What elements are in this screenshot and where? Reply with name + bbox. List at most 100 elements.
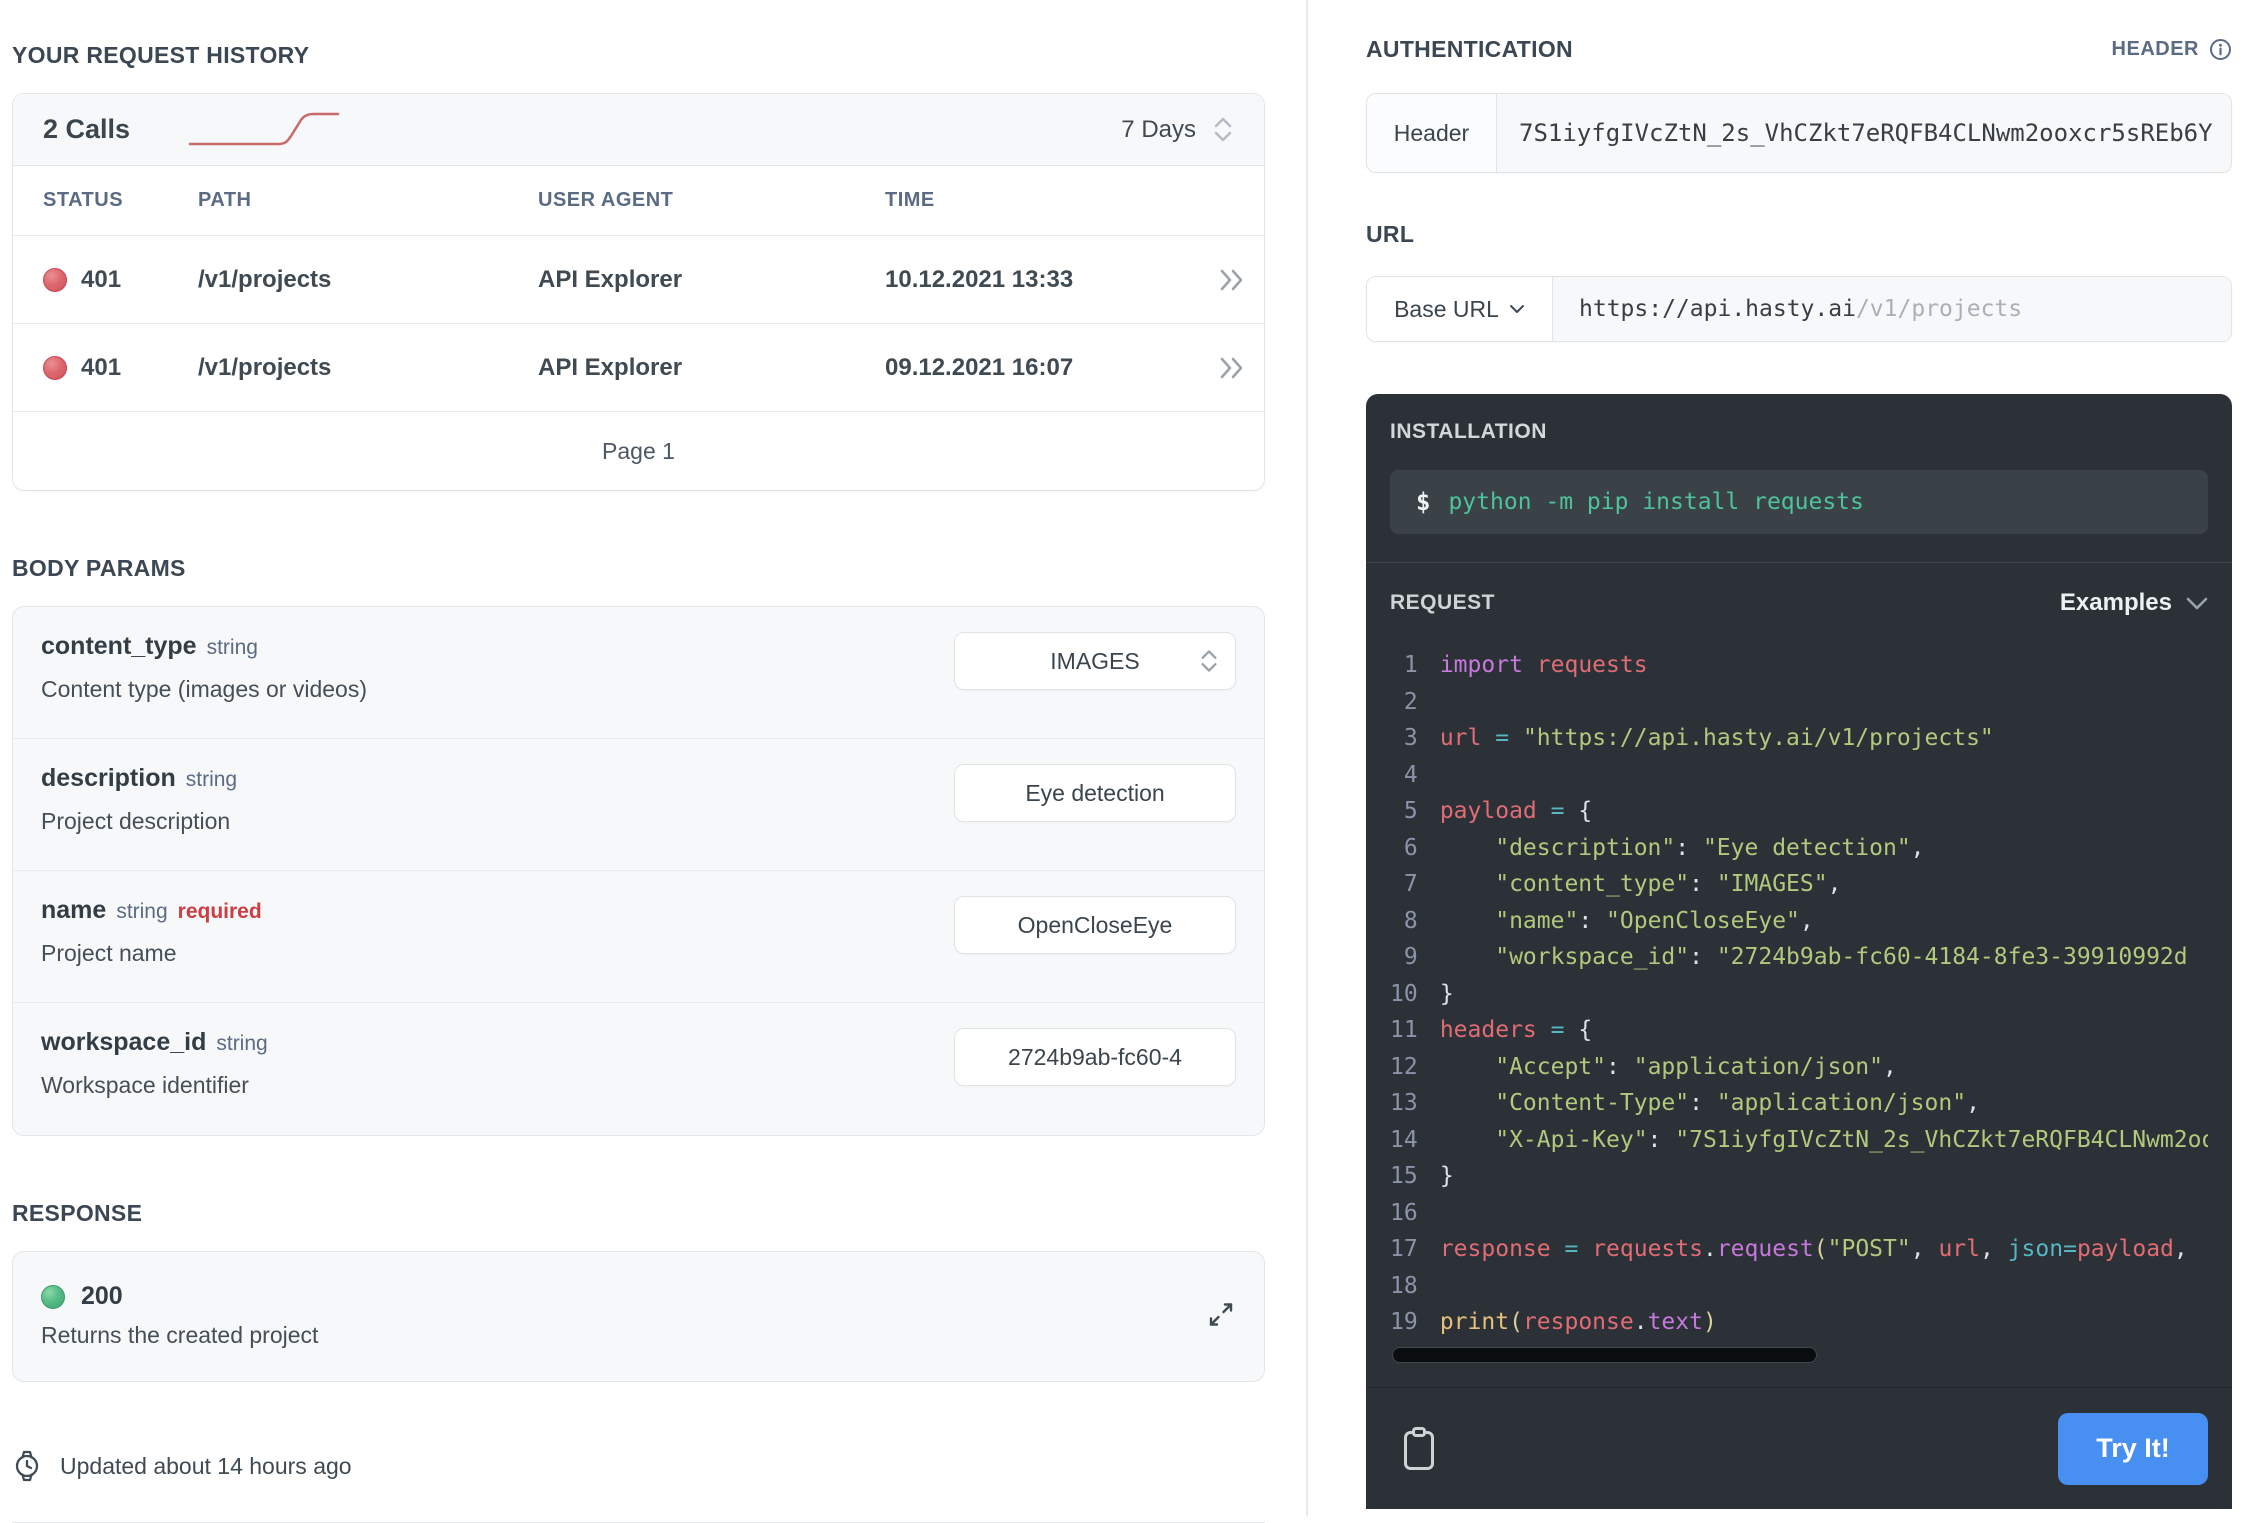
param-name: name <box>41 896 106 924</box>
row-user-agent: API Explorer <box>538 266 885 294</box>
scrollbar-thumb[interactable] <box>1392 1347 1817 1363</box>
url-field-group: Base URL https://api.hasty.ai/v1/project… <box>1366 276 2232 342</box>
line-number: 9 <box>1390 939 1418 976</box>
base-url-dropdown[interactable]: Base URL <box>1367 277 1553 341</box>
history-rows: 401/v1/projects API Explorer10.12.2021 13… <box>13 236 1264 412</box>
line-number: 18 <box>1390 1268 1418 1305</box>
code-line: 19print(response.text) <box>1390 1304 2208 1341</box>
right-column: AUTHENTICATION HEADER Header 7S1iyfgIVcZ… <box>1366 0 2232 1509</box>
status-code: 401 <box>81 354 121 382</box>
history-row[interactable]: 401/v1/projectsAPI Explorer10.12.2021 13… <box>13 236 1264 324</box>
api-key-input[interactable]: 7S1iyfgIVcZtN_2s_VhCZkt7eRQFB4CLNwm2ooxc… <box>1497 94 2231 172</box>
row-time: 10.12.2021 13:33 <box>885 266 1200 294</box>
panel-divider <box>1306 0 1308 1516</box>
request-history-header: 2 Calls 7 Days <box>13 94 1264 166</box>
status-dot-icon <box>43 356 67 380</box>
line-number: 8 <box>1390 903 1418 940</box>
param-info: descriptionstringProject description <box>41 764 237 845</box>
open-request-button[interactable] <box>1200 355 1264 381</box>
updated-status: Updated about 14 hours ago <box>12 1448 1265 1484</box>
code-panel-divider <box>1366 562 2232 563</box>
status-dot-icon <box>43 268 67 292</box>
code-line: 3url = "https://api.hasty.ai/v1/projects… <box>1390 720 2208 757</box>
param-info: workspace_idstringWorkspace identifier <box>41 1028 268 1110</box>
col-user-agent: USER AGENT <box>538 189 885 212</box>
clipboard-icon <box>1402 1426 1436 1472</box>
url-title: URL <box>1366 221 2232 248</box>
line-number: 12 <box>1390 1049 1418 1086</box>
param-value: 2724b9ab-fc60-4 <box>1008 1044 1182 1071</box>
code-line: 7 "content_type": "IMAGES", <box>1390 866 2208 903</box>
col-path: PATH <box>198 189 538 212</box>
response-status-code: 200 <box>81 1282 123 1311</box>
expand-response-button[interactable] <box>1206 1299 1236 1334</box>
install-command: python -m pip install requests <box>1448 489 1863 515</box>
code-line: 9 "workspace_id": "2724b9ab-fc60-4184-8f… <box>1390 939 2208 976</box>
col-time: TIME <box>885 189 1200 212</box>
success-status-dot-icon <box>41 1285 65 1309</box>
range-selector[interactable]: 7 Days <box>1121 116 1234 144</box>
line-number: 7 <box>1390 866 1418 903</box>
code-line: 1import requests <box>1390 647 2208 684</box>
double-chevron-right-icon <box>1217 355 1247 381</box>
expand-diagonal-icon <box>1206 1299 1236 1329</box>
param-select[interactable]: IMAGES <box>954 632 1236 690</box>
param-input[interactable]: 2724b9ab-fc60-4 <box>954 1028 1236 1086</box>
chevron-down-icon <box>1509 304 1525 314</box>
param-required-badge: required <box>178 900 262 923</box>
calls-count: 2 Calls <box>43 114 130 145</box>
line-number: 11 <box>1390 1012 1418 1049</box>
code-line: 2 <box>1390 684 2208 721</box>
line-number: 13 <box>1390 1085 1418 1122</box>
line-number: 14 <box>1390 1122 1418 1159</box>
code-panel: INSTALLATION $ python -m pip install req… <box>1366 394 2232 1509</box>
response-title: RESPONSE <box>12 1200 1265 1227</box>
shell-prompt: $ <box>1416 488 1430 516</box>
range-label: 7 Days <box>1121 116 1196 144</box>
line-number: 3 <box>1390 720 1418 757</box>
param-name: workspace_id <box>41 1028 206 1056</box>
row-path: /v1/projects <box>198 354 538 382</box>
examples-dropdown[interactable]: Examples <box>2060 589 2208 617</box>
authentication-title: AUTHENTICATION <box>1366 36 1573 63</box>
left-column: YOUR REQUEST HISTORY 2 Calls 7 Days STAT… <box>12 0 1265 1523</box>
status-code: 401 <box>81 266 121 294</box>
param-input[interactable]: Eye detection <box>954 764 1236 822</box>
code-line: 4 <box>1390 757 2208 794</box>
param-row: name string required Project name OpenCloseE… <box>13 871 1264 1003</box>
param-info: content_typestring Content type (images o… <box>41 632 367 713</box>
request-title: REQUEST <box>1390 591 1495 615</box>
param-heading: workspace_idstring <box>41 1028 268 1057</box>
code-editor[interactable]: 1import requests23url = "https://api.has… <box>1390 647 2208 1341</box>
clock-icon <box>12 1448 42 1484</box>
updated-text: Updated about 14 hours ago <box>60 1453 352 1480</box>
try-it-button[interactable]: Try It! <box>2058 1413 2208 1485</box>
param-type: string <box>207 636 258 659</box>
copy-code-button[interactable] <box>1402 1426 1436 1472</box>
param-type: string <box>186 768 237 791</box>
request-url-base: https://api.hasty.ai <box>1579 296 1856 322</box>
code-line: 17response = requests.request("POST", ur… <box>1390 1231 2208 1268</box>
code-line: 12 "Accept": "application/json", <box>1390 1049 2208 1086</box>
info-circle-icon[interactable] <box>2209 38 2232 61</box>
param-input[interactable]: OpenCloseEye <box>954 896 1236 954</box>
code-line: 16 <box>1390 1195 2208 1232</box>
auth-type-label: HEADER <box>2112 38 2199 61</box>
param-description: Content type (images or videos) <box>41 676 367 703</box>
line-number: 16 <box>1390 1195 1418 1232</box>
param-type: string <box>116 900 167 923</box>
examples-label: Examples <box>2060 589 2172 617</box>
param-heading: content_typestring <box>41 632 367 661</box>
line-number: 1 <box>1390 647 1418 684</box>
response-description: Returns the created project <box>41 1322 1236 1349</box>
param-row: descriptionstringProject description Eye … <box>13 739 1264 871</box>
line-number: 5 <box>1390 793 1418 830</box>
param-description: Project name <box>41 940 262 967</box>
calls-sparkline-chart <box>186 106 346 154</box>
body-params-title: BODY PARAMS <box>12 555 1265 582</box>
pagination: Page 1 <box>13 412 1264 490</box>
open-request-button[interactable] <box>1200 267 1264 293</box>
history-row[interactable]: 401/v1/projectsAPI Explorer09.12.2021 16… <box>13 324 1264 412</box>
row-status: 401 <box>43 266 198 294</box>
line-number: 15 <box>1390 1158 1418 1195</box>
